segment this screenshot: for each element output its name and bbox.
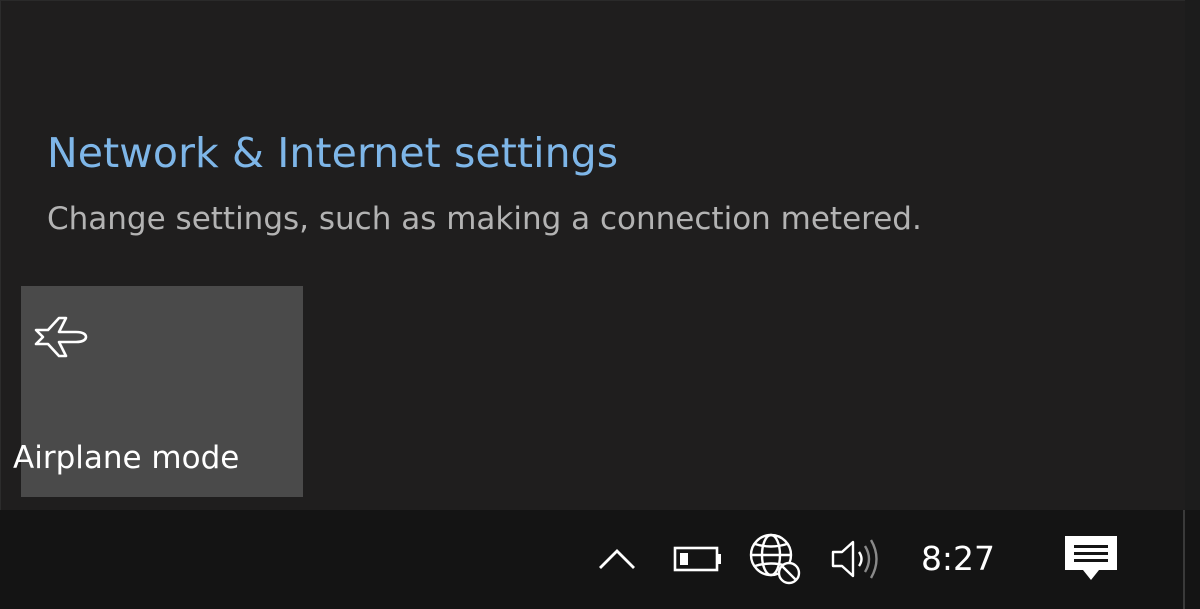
show-hidden-icons-button[interactable] xyxy=(590,528,644,590)
network-button[interactable] xyxy=(744,528,806,590)
network-flyout: Network & Internet settings Change setti… xyxy=(0,0,1185,510)
battery-icon xyxy=(673,546,721,572)
network-settings-link[interactable]: Network & Internet settings xyxy=(47,129,618,177)
action-center-icon xyxy=(1065,536,1117,580)
clock[interactable]: 8:27 xyxy=(908,536,1008,582)
screen: Network & Internet settings Change setti… xyxy=(0,0,1200,609)
chevron-up-icon xyxy=(599,549,635,569)
network-settings-description: Change settings, such as making a connec… xyxy=(47,201,922,237)
airplane-icon xyxy=(34,316,88,358)
volume-button[interactable] xyxy=(826,528,888,590)
network-globe-icon xyxy=(749,533,801,585)
action-center-button[interactable] xyxy=(1058,528,1124,590)
airplane-mode-label: Airplane mode xyxy=(13,440,240,476)
battery-button[interactable] xyxy=(668,528,728,590)
show-desktop-divider[interactable] xyxy=(1183,510,1185,609)
volume-icon xyxy=(831,539,878,579)
